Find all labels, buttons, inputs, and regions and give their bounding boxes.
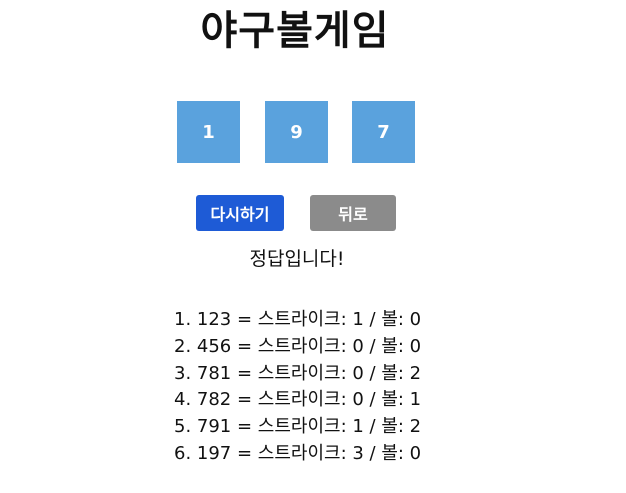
digit-box-1: 1 bbox=[177, 101, 240, 163]
guess-history-list: 1. 123 = 스트라이크: 1 / 볼: 0 2. 456 = 스트라이크:… bbox=[174, 307, 421, 468]
history-item: 5. 791 = 스트라이크: 1 / 볼: 2 bbox=[174, 416, 422, 438]
page-title: 야구볼게임 bbox=[200, 8, 390, 54]
back-button[interactable]: 뒤로 bbox=[310, 195, 396, 231]
digit-box-2: 9 bbox=[265, 101, 328, 163]
retry-button[interactable]: 다시하기 bbox=[196, 195, 284, 231]
digit-box-3: 7 bbox=[352, 101, 415, 163]
game-page: 야구볼게임 1 9 7 다시하기 뒤로 정답입니다! 1. 123 = 스트라이… bbox=[0, 0, 626, 493]
history-item: 2. 456 = 스트라이크: 0 / 볼: 0 bbox=[174, 335, 422, 357]
history-item: 1. 123 = 스트라이크: 1 / 볼: 0 bbox=[174, 309, 422, 330]
history-item: 4. 782 = 스트라이크: 0 / 볼: 1 bbox=[174, 389, 422, 411]
history-item: 3. 781 = 스트라이크: 0 / 볼: 2 bbox=[174, 362, 422, 384]
history-item: 6. 197 = 스트라이크: 3 / 볼: 0 bbox=[174, 442, 422, 464]
result-message: 정답입니다! bbox=[249, 248, 345, 270]
